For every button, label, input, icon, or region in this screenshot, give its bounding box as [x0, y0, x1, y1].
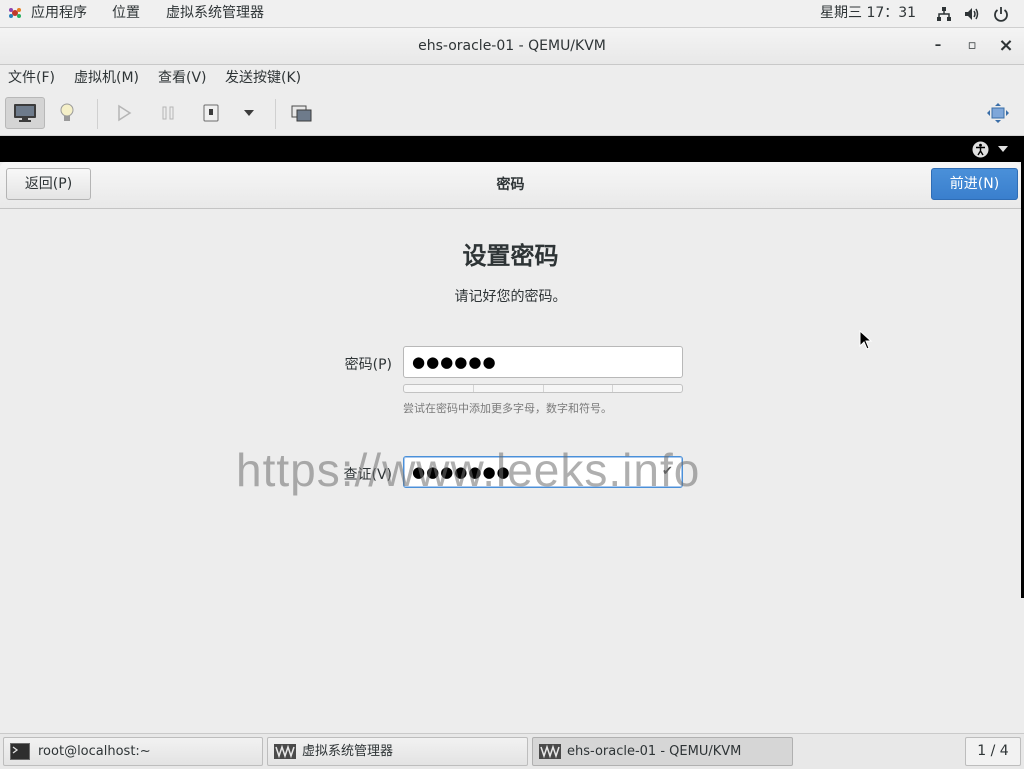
accessibility-menu-arrow-icon[interactable] [998, 146, 1008, 153]
menu-file[interactable]: 文件(F) [8, 65, 55, 92]
lightbulb-icon [60, 103, 74, 121]
shutdown-button[interactable] [191, 97, 231, 129]
installer-header: 返回(P) 密码 前进(N) [0, 162, 1021, 209]
task-terminal[interactable]: root@localhost:~ [3, 737, 263, 766]
shutdown-menu-button[interactable] [229, 97, 269, 129]
places-menu[interactable]: 位置 [112, 0, 140, 27]
monitor-icon [14, 104, 36, 122]
fullscreen-button[interactable] [978, 97, 1018, 129]
network-icon[interactable] [935, 5, 953, 23]
password-strength-bar [403, 384, 683, 393]
close-button[interactable]: × [996, 36, 1016, 56]
password-label: 密码(P) [344, 357, 392, 373]
volume-icon[interactable] [963, 5, 981, 23]
task-vm-console-label: ehs-oracle-01 - QEMU/KVM [567, 744, 742, 759]
password-field[interactable]: ●●●●●● [403, 346, 683, 378]
terminal-icon [10, 743, 30, 760]
menu-view[interactable]: 查看(V) [158, 65, 207, 92]
snapshot-icon [291, 105, 312, 122]
pause-icon [162, 106, 174, 120]
virt-manager-icon [539, 744, 561, 759]
snapshot-button[interactable] [282, 97, 322, 129]
watermark-text: https://www.leeks.info [236, 444, 701, 496]
task-vm-console[interactable]: ehs-oracle-01 - QEMU/KVM [532, 737, 793, 766]
virt-manager-menu[interactable]: 虚拟系统管理器 [166, 0, 264, 27]
page-heading: 设置密码 [462, 242, 559, 270]
minimize-button[interactable]: – [928, 36, 948, 56]
applications-menu[interactable]: 应用程序 [31, 0, 87, 27]
gnome-foot-icon [9, 8, 21, 18]
page-subheading: 请记好您的密码。 [454, 289, 567, 305]
menu-send-key[interactable]: 发送按键(K) [225, 65, 301, 92]
password-strength-hint: 尝试在密码中添加更多字母，数字和符号。 [403, 402, 612, 415]
next-button[interactable]: 前进(N) [931, 168, 1018, 200]
menubar: 文件(F) 虚拟机(M) 查看(V) 发送按键(K) [0, 65, 1024, 92]
console-view-button[interactable] [5, 97, 45, 129]
top-panel: 应用程序 位置 虚拟系统管理器 星期三 17：31 [0, 0, 1024, 28]
taskbar: root@localhost:~ 虚拟系统管理器 ehs-oracle-01 -… [0, 733, 1024, 769]
dropdown-arrow-icon [244, 110, 254, 116]
mouse-cursor-icon [859, 330, 873, 350]
menu-vm[interactable]: 虚拟机(M) [74, 65, 139, 92]
vm-top-bar [0, 136, 1024, 162]
maximize-button[interactable]: ▫ [962, 36, 982, 56]
run-button[interactable] [104, 97, 144, 129]
workspace-switcher[interactable]: 1 / 4 [965, 737, 1021, 766]
power-icon[interactable] [992, 5, 1010, 23]
window-titlebar[interactable]: ehs-oracle-01 - QEMU/KVM – ▫ × [0, 28, 1024, 65]
task-virt-manager[interactable]: 虚拟系统管理器 [267, 737, 528, 766]
details-view-button[interactable] [47, 97, 87, 129]
clock[interactable]: 星期三 17：31 [820, 0, 916, 27]
accessibility-icon[interactable] [972, 141, 989, 158]
task-terminal-label: root@localhost:~ [38, 744, 151, 759]
virt-manager-icon [274, 744, 296, 759]
play-icon [118, 104, 132, 122]
shutdown-icon [203, 104, 219, 122]
installer-header-title: 密码 [496, 177, 525, 193]
fullscreen-icon [987, 103, 1009, 123]
task-virt-manager-label: 虚拟系统管理器 [302, 744, 394, 759]
pause-button[interactable] [148, 97, 188, 129]
toolbar [0, 93, 1024, 136]
window-title: ehs-oracle-01 - QEMU/KVM [418, 38, 606, 54]
